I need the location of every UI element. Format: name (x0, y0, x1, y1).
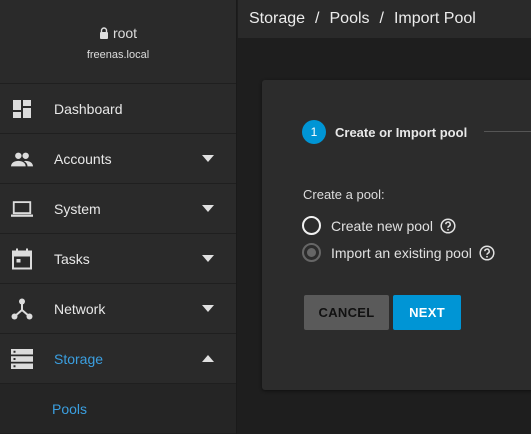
sidebar-item-accounts[interactable]: Accounts (0, 134, 236, 184)
breadcrumb-item-import-pool: Import Pool (393, 10, 476, 27)
chevron-down-icon (202, 155, 214, 163)
step-connector-line (484, 131, 531, 132)
user-row: root (99, 25, 137, 41)
section-label: Create a pool: (303, 187, 385, 202)
hostname: freenas.local (86, 48, 150, 61)
chevron-down-icon (202, 255, 214, 263)
cancel-button[interactable]: CANCEL (304, 295, 389, 330)
next-button[interactable]: NEXT (393, 295, 461, 330)
step-title: Create or Import pool (335, 124, 468, 140)
sidebar-item-system[interactable]: System (0, 184, 236, 234)
sidebar-item-network[interactable]: Network (0, 284, 236, 334)
sidebar-item-label: Dashboard (54, 100, 123, 117)
sidebar-subitem-label: Pools (52, 400, 88, 417)
step-number-badge: 1 (302, 120, 326, 144)
calendar-icon (11, 248, 33, 270)
sidebar-item-label: System (54, 200, 101, 217)
sidebar-item-storage[interactable]: Storage (0, 334, 236, 384)
sidebar-subitem-pools[interactable]: Pools (0, 384, 236, 434)
username: root (112, 24, 138, 41)
radio-label: Create new pool (331, 217, 433, 234)
network-icon (11, 298, 33, 320)
wizard-step: 1 Create or Import pool (302, 120, 467, 144)
sidebar: root freenas.local Dashboard Accounts Sy… (0, 0, 237, 434)
help-icon[interactable] (440, 217, 456, 234)
sidebar-item-label: Storage (54, 350, 104, 367)
sidebar-item-label: Tasks (54, 250, 90, 267)
breadcrumb: Storage / Pools / Import Pool (238, 0, 531, 38)
help-icon[interactable] (479, 244, 495, 261)
laptop-icon (11, 198, 33, 220)
radio-import-existing-pool[interactable] (302, 243, 321, 262)
option-create-new-pool[interactable]: Create new pool (302, 216, 456, 235)
dashboard-icon (11, 98, 33, 120)
breadcrumb-item-pools[interactable]: Pools (330, 10, 370, 28)
option-import-existing-pool[interactable]: Import an existing pool (302, 243, 495, 262)
radio-create-new-pool[interactable] (302, 216, 321, 235)
wizard-card: 1 Create or Import pool Create a pool: C… (262, 80, 531, 390)
storage-icon (11, 348, 33, 370)
breadcrumb-item-storage[interactable]: Storage (249, 10, 305, 28)
chevron-down-icon (202, 305, 214, 313)
breadcrumb-separator: / (315, 10, 320, 27)
sidebar-item-label: Accounts (54, 150, 112, 167)
user-block: root freenas.local (0, 0, 236, 84)
radio-label: Import an existing pool (331, 244, 472, 261)
sidebar-item-label: Network (54, 300, 106, 317)
chevron-down-icon (202, 205, 214, 213)
lock-icon (99, 26, 109, 39)
sidebar-item-tasks[interactable]: Tasks (0, 234, 236, 284)
people-icon (11, 148, 33, 170)
chevron-up-icon (202, 355, 214, 363)
breadcrumb-separator: / (379, 10, 384, 27)
sidebar-item-dashboard[interactable]: Dashboard (0, 84, 236, 134)
